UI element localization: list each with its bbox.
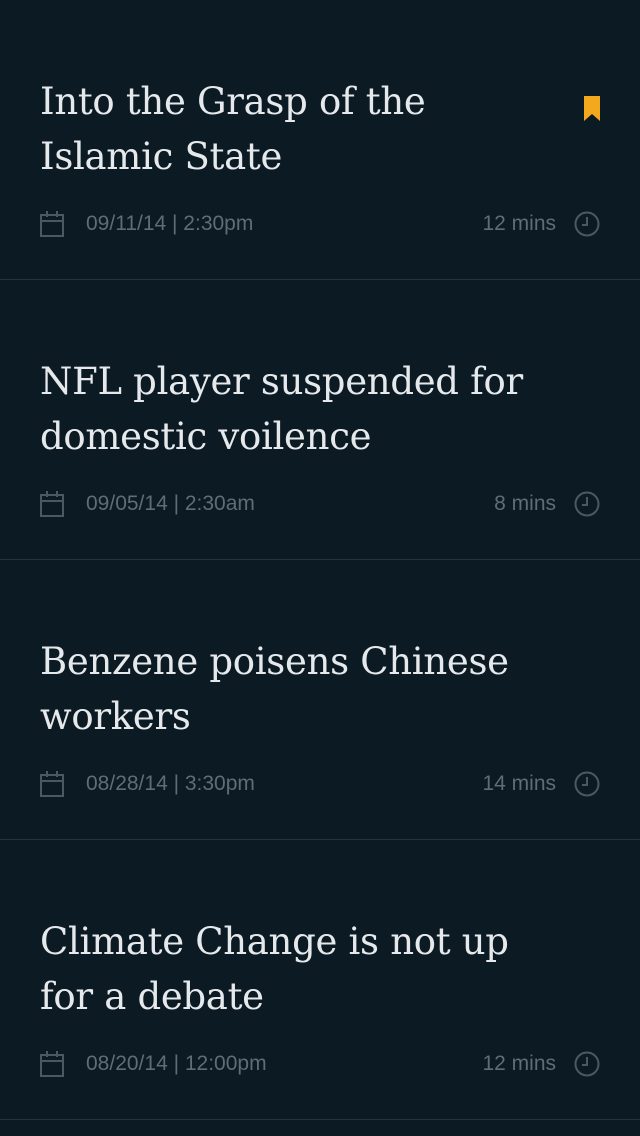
article-item[interactable]: Benzene poisens Chinese workers 08/28/14…: [0, 560, 640, 840]
bookmark-icon[interactable]: [583, 96, 601, 122]
read-time: 12 mins: [482, 1052, 556, 1075]
article-date: 09/11/14 | 2:30pm: [86, 212, 254, 235]
calendar-icon: [40, 211, 64, 237]
article-item[interactable]: Into the Grasp of the Islamic State 09/1…: [0, 0, 640, 280]
calendar-icon: [40, 1051, 64, 1077]
read-time: 8 mins: [494, 492, 556, 515]
article-title[interactable]: NFL player suspended for domestic voilen…: [40, 354, 560, 464]
article-meta: 09/05/14 | 2:30am 8 mins: [40, 488, 600, 520]
clock-icon: [574, 491, 600, 517]
article-item[interactable]: Climate Change is not up for a debate 08…: [0, 840, 640, 1120]
article-title[interactable]: Into the Grasp of the Islamic State: [40, 74, 560, 184]
clock-icon: [574, 771, 600, 797]
article-meta: 08/28/14 | 3:30pm 14 mins: [40, 768, 600, 800]
clock-icon: [574, 211, 600, 237]
article-meta: 08/20/14 | 12:00pm 12 mins: [40, 1048, 600, 1080]
article-date: 08/28/14 | 3:30pm: [86, 772, 255, 795]
calendar-icon: [40, 771, 64, 797]
read-time: 14 mins: [482, 772, 556, 795]
calendar-icon: [40, 491, 64, 517]
article-date: 09/05/14 | 2:30am: [86, 492, 255, 515]
article-meta: 09/11/14 | 2:30pm 12 mins: [40, 208, 600, 240]
article-title[interactable]: Climate Change is not up for a debate: [40, 914, 560, 1024]
clock-icon: [574, 1051, 600, 1077]
article-item[interactable]: NFL player suspended for domestic voilen…: [0, 280, 640, 560]
read-time: 12 mins: [482, 212, 556, 235]
article-title[interactable]: Benzene poisens Chinese workers: [40, 634, 560, 744]
article-feed: Into the Grasp of the Islamic State 09/1…: [0, 0, 640, 1136]
article-date: 08/20/14 | 12:00pm: [86, 1052, 267, 1075]
